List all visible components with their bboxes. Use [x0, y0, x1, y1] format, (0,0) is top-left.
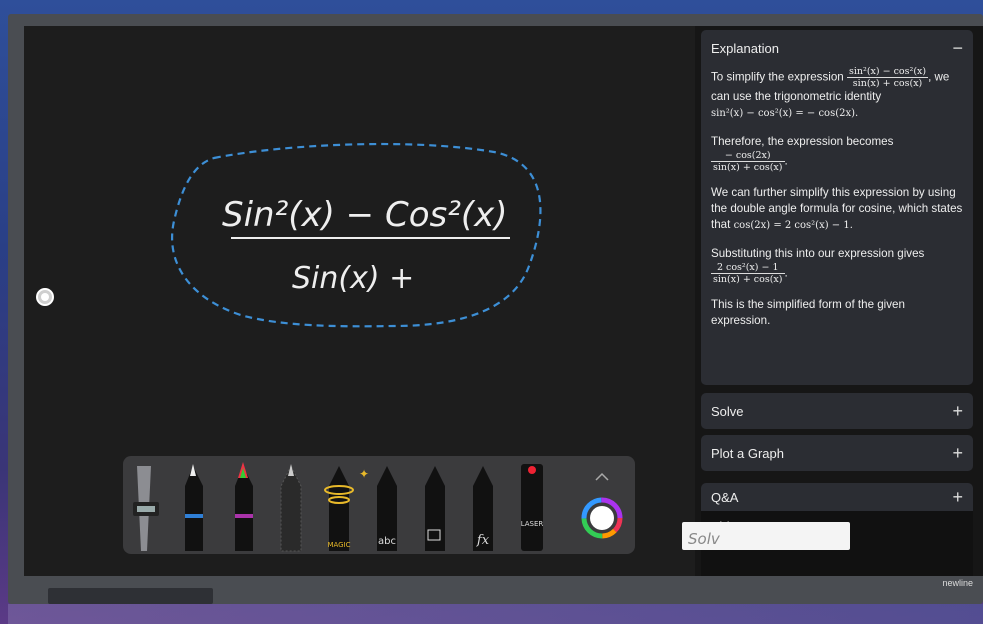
handwritten-denominator: Sin(x) +	[292, 261, 414, 296]
whiteboard-canvas[interactable]: Sin²(x) − Cos²(x) Sin(x) + MAGIC ✦ abc f…	[24, 26, 695, 576]
abc-label: abc	[378, 536, 396, 547]
brand-logo: newline	[942, 578, 973, 588]
expression-fraction: sin²(x) − cos²(x) sin(x) + cos(x)	[846, 66, 929, 89]
explanation-paragraph-1: To simplify the expression sin²(x) − cos…	[711, 66, 950, 119]
explanation-title: Explanation	[711, 40, 779, 56]
toolbar-tools: MAGIC ✦ abc fx LASER	[133, 462, 623, 552]
solve-label: Solve	[711, 403, 744, 419]
handwritten-numerator: Sin²(x) − Cos²(x)	[222, 195, 508, 235]
screen: Sin²(x) − Cos²(x) Sin(x) + MAGIC ✦ abc f…	[24, 26, 983, 576]
qa-label: Q&A	[711, 489, 739, 505]
expand-icon[interactable]: +	[952, 487, 963, 508]
page-indicator-dot[interactable]	[36, 288, 54, 306]
solve-section[interactable]: Solve +	[701, 393, 973, 429]
sparkle-icon: ✦	[359, 467, 369, 481]
result-fraction-1: − cos(2x) sin(x) + cos(x)	[711, 150, 785, 173]
expand-icon[interactable]: +	[952, 401, 963, 422]
color-picker[interactable]	[581, 497, 623, 539]
explanation-paragraph-5: This is the simplified form of the given…	[711, 298, 905, 327]
collapse-icon[interactable]: −	[952, 38, 963, 59]
explanation-paragraph-2: Therefore, the expression becomes − cos(…	[711, 135, 894, 173]
plot-graph-section[interactable]: Plot a Graph +	[701, 435, 973, 471]
reflection-strip	[8, 604, 983, 624]
result-fraction-2: 2 cos²(x) − 1 sin(x) + cos(x)	[711, 262, 785, 285]
pen-magic-tool[interactable]: MAGIC	[324, 466, 354, 551]
chevron-up-icon[interactable]	[595, 472, 609, 481]
explanation-card: Explanation − To simplify the expression…	[701, 30, 973, 385]
plot-graph-label: Plot a Graph	[711, 445, 784, 461]
explanation-paragraph-4: Substituting this into our expression gi…	[711, 247, 925, 285]
eraser-tool[interactable]	[133, 466, 159, 551]
fx-label: fx	[476, 533, 490, 548]
pen-texture-tool[interactable]	[280, 464, 302, 552]
front-panel-ports	[48, 588, 213, 604]
explanation-body: To simplify the expression sin²(x) − cos…	[701, 66, 973, 329]
pen-blue-tool[interactable]	[185, 464, 203, 551]
identity-formula: sin²(x) − cos²(x) = − cos(2x).	[711, 108, 859, 119]
explanation-paragraph-3: We can further simplify this expression …	[711, 186, 963, 231]
laser-pointer-tool[interactable]: LASER	[521, 464, 544, 551]
video-thumbnail-2[interactable]	[856, 522, 944, 550]
pen-toolbar: MAGIC ✦ abc fx LASER	[123, 456, 635, 554]
pen-shape-tool[interactable]	[425, 466, 445, 551]
pen-rainbow-tool[interactable]	[235, 462, 253, 551]
double-angle-formula: cos(2x) = 2 cos²(x) − 1.	[733, 220, 853, 231]
pen-text-tool[interactable]: abc	[377, 466, 397, 551]
explanation-header[interactable]: Explanation −	[701, 30, 973, 66]
expand-icon[interactable]: +	[952, 443, 963, 464]
ai-side-panel: Explanation − To simplify the expression…	[695, 26, 983, 576]
video-thumbnail[interactable]: Solv	[682, 522, 850, 550]
lasso-selection[interactable]	[171, 142, 542, 328]
video-thumbnail-text: Solv	[688, 530, 720, 548]
qa-header[interactable]: Q&A +	[701, 483, 973, 511]
laser-label: LASER	[521, 520, 544, 528]
pen-formula-tool[interactable]: fx	[473, 466, 493, 551]
magic-label: MAGIC	[327, 541, 350, 549]
